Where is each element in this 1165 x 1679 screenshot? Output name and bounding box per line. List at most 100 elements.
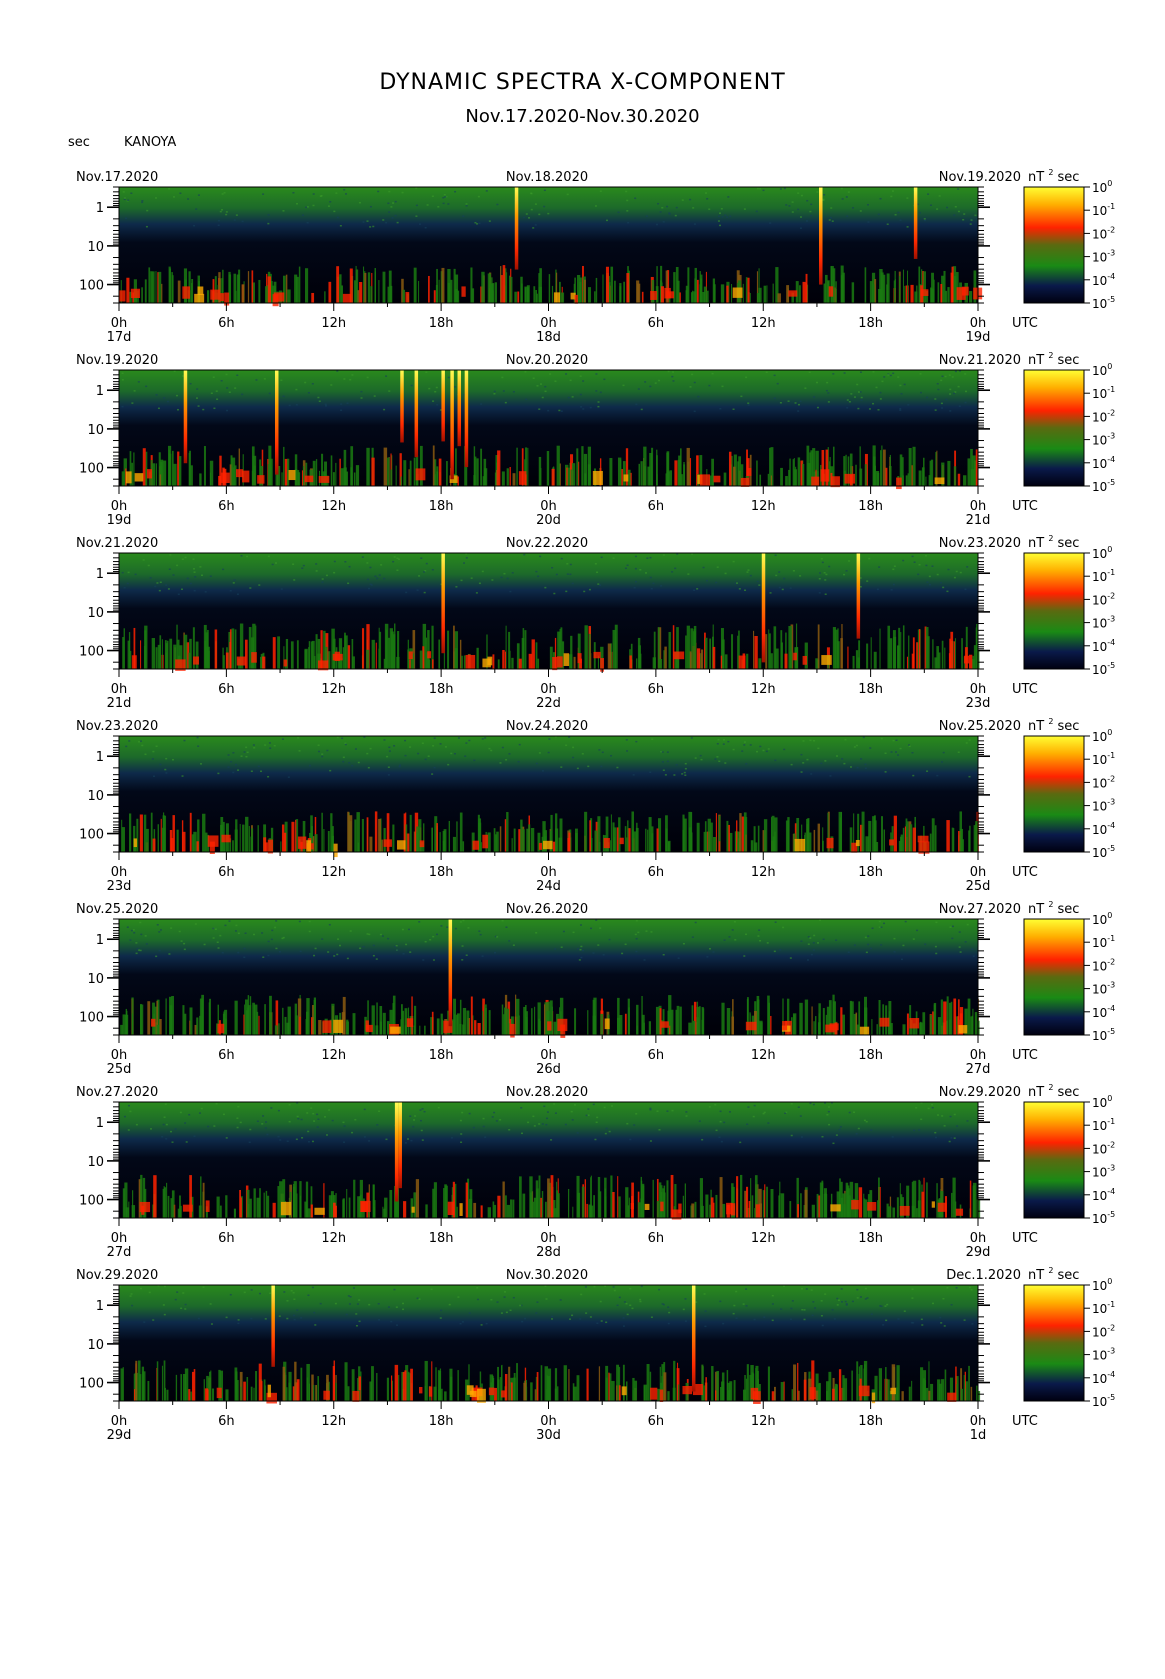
noise-speck	[897, 211, 900, 214]
activity-band	[780, 1382, 784, 1401]
noise-speck	[246, 555, 249, 558]
activity-band	[308, 647, 310, 669]
noise-speck	[407, 1138, 410, 1140]
noise-speck	[597, 944, 600, 946]
noise-speck	[273, 744, 276, 747]
noise-speck	[639, 569, 642, 571]
activity-band	[691, 1203, 695, 1218]
activity-band	[618, 1196, 621, 1218]
activity-band	[484, 1007, 487, 1035]
activity-band	[570, 469, 573, 486]
noise-speck	[590, 927, 593, 930]
power-patch	[664, 287, 671, 299]
activity-band	[169, 638, 173, 669]
noise-speck	[867, 935, 870, 937]
noise-speck	[424, 226, 427, 229]
noise-speck	[595, 373, 598, 375]
activity-band	[483, 458, 487, 486]
noise-speck	[870, 1313, 873, 1315]
activity-band	[333, 1202, 336, 1218]
activity-band	[189, 812, 192, 852]
noise-speck	[366, 376, 369, 379]
noise-speck	[121, 571, 124, 574]
activity-band	[234, 829, 238, 852]
activity-band	[594, 291, 596, 303]
noise-speck	[524, 371, 527, 373]
noise-speck	[974, 214, 977, 217]
noise-speck	[323, 1116, 326, 1118]
noise-speck	[296, 203, 299, 205]
noise-speck	[912, 774, 915, 777]
noise-speck	[239, 1121, 242, 1124]
noise-speck	[804, 387, 807, 389]
power-patch	[411, 1206, 415, 1213]
activity-band	[459, 812, 463, 852]
activity-band	[969, 1180, 972, 1218]
noise-speck	[735, 1317, 738, 1320]
noise-speck	[250, 770, 253, 773]
noise-speck	[839, 1126, 842, 1128]
noise-speck	[580, 406, 583, 408]
activity-band	[165, 643, 168, 669]
power-patch	[890, 1387, 896, 1395]
noise-speck	[415, 204, 418, 207]
noise-speck	[336, 216, 339, 219]
activity-band	[967, 998, 971, 1035]
power-patch	[682, 1386, 693, 1395]
noise-speck	[368, 1140, 371, 1142]
activity-band	[806, 818, 810, 852]
noise-speck	[553, 1103, 556, 1105]
noise-speck	[835, 1134, 838, 1136]
activity-band	[556, 445, 560, 486]
activity-band	[852, 655, 855, 669]
noise-speck	[965, 742, 968, 744]
noise-speck	[959, 951, 962, 953]
activity-band	[880, 450, 882, 486]
noise-speck	[219, 210, 222, 213]
noise-speck	[423, 1110, 426, 1113]
power-patch	[236, 656, 246, 666]
activity-band	[943, 1001, 947, 1035]
noise-speck	[412, 1125, 415, 1128]
noise-speck	[878, 566, 881, 568]
activity-band	[538, 1175, 541, 1218]
x-tick-label: 12h	[321, 1231, 346, 1246]
activity-band	[669, 470, 673, 486]
noise-speck	[512, 390, 515, 393]
noise-speck	[867, 943, 870, 946]
noise-speck	[219, 934, 222, 937]
noise-speck	[465, 557, 468, 559]
noise-speck	[890, 195, 893, 198]
activity-band	[908, 1386, 911, 1401]
spectra-chart: Nov.17.2020 Nov.18.2020 Nov.19.20201101000…	[76, 168, 1115, 1443]
noise-speck	[344, 743, 347, 746]
activity-band	[459, 639, 462, 669]
activity-band	[347, 811, 350, 852]
activity-band	[535, 642, 538, 669]
activity-band	[579, 281, 582, 303]
noise-speck	[158, 931, 161, 933]
noise-speck	[383, 577, 386, 580]
noise-speck	[407, 928, 410, 931]
noise-speck	[480, 1324, 483, 1326]
noise-speck	[859, 1296, 862, 1298]
y-tick-label: 10	[87, 606, 104, 621]
day-label: 30d	[536, 1428, 561, 1443]
noise-speck	[141, 744, 144, 747]
noise-speck	[832, 373, 835, 375]
noise-speck	[229, 589, 232, 592]
noise-speck	[157, 407, 160, 410]
noise-speck	[791, 211, 794, 213]
activity-band	[328, 281, 332, 303]
activity-band	[936, 1183, 938, 1218]
noise-speck	[936, 573, 939, 576]
noise-speck	[158, 589, 161, 592]
noise-speck	[199, 566, 202, 568]
activity-band	[495, 470, 498, 486]
activity-band	[497, 659, 500, 669]
activity-band	[581, 446, 584, 486]
noise-speck	[918, 563, 921, 566]
activity-band	[835, 281, 837, 303]
activity-band	[969, 291, 973, 303]
activity-band	[587, 464, 591, 486]
